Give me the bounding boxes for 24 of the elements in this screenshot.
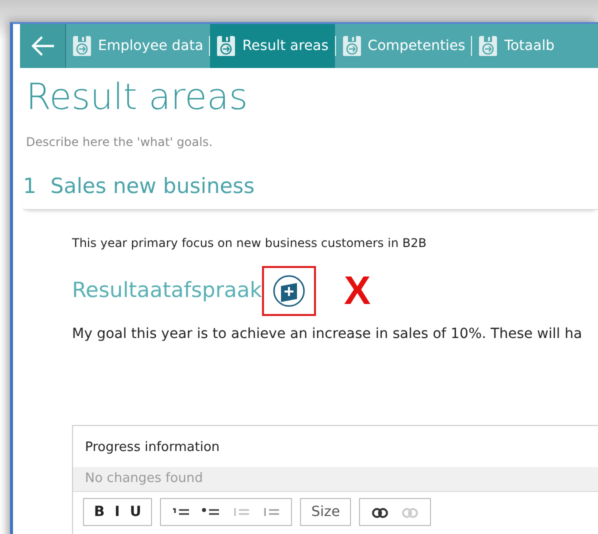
tab[interactable]: Result areas: [210, 24, 335, 68]
save-icon: [478, 35, 498, 57]
format-button[interactable]: B: [94, 504, 105, 519]
add-item-icon[interactable]: [272, 274, 306, 308]
numbered-list-icon[interactable]: [171, 506, 192, 518]
save-icon: [342, 35, 362, 57]
section-summary: This year primary focus on new business customers in B2B: [72, 234, 428, 252]
section-number: 1: [23, 173, 36, 200]
section-title: Sales new business: [50, 173, 255, 200]
bullet-list-icon[interactable]: [201, 506, 222, 518]
change-status: No changes found: [73, 467, 598, 491]
format-button[interactable]: U: [130, 504, 142, 519]
link-icon[interactable]: [370, 506, 390, 518]
back-button[interactable]: [20, 24, 66, 68]
agreement-title: Resultaatafspraak: [72, 276, 262, 304]
goal-text: My goal this year is to achieve an increase in sales of 10%. These will ha: [72, 324, 584, 344]
page-description: Describe here the 'what' goals.: [26, 134, 214, 152]
save-icon: [72, 35, 92, 57]
format-button[interactable]: I: [114, 504, 120, 519]
page-title: Result areas: [26, 76, 249, 120]
panel-title: Progress information: [84, 438, 221, 457]
annotation-mark: X: [344, 270, 371, 311]
back-arrow-icon: [30, 35, 56, 57]
save-icon: [216, 35, 236, 57]
